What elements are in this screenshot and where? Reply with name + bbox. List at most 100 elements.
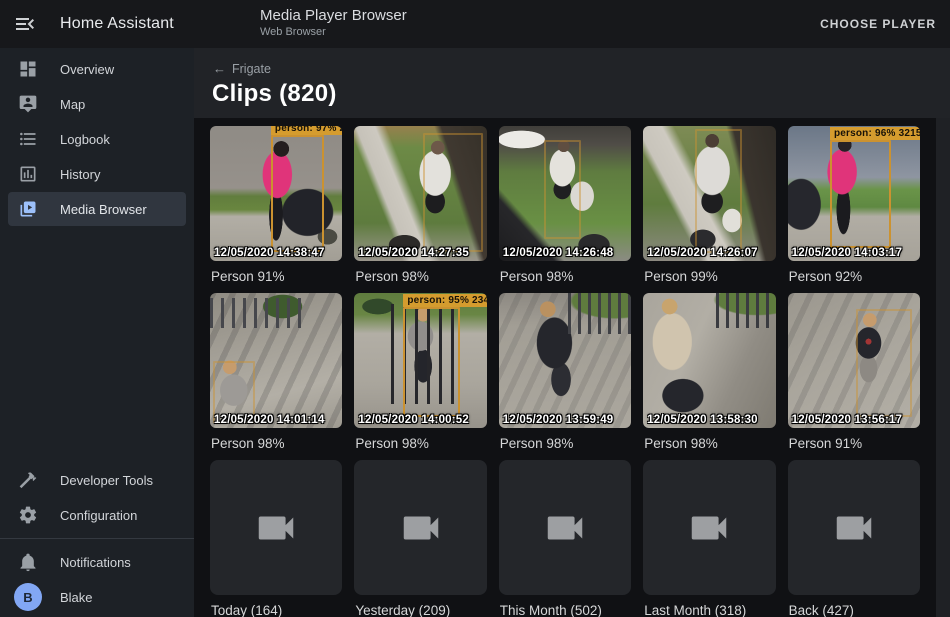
sidebar-item-notifications[interactable]: Notifications: [8, 545, 186, 579]
menu-open-icon: [13, 23, 37, 40]
sidebar-item-logbook[interactable]: Logbook: [8, 122, 186, 156]
video-camera-icon: [686, 505, 732, 551]
folder-card[interactable]: Today (164): [210, 460, 342, 617]
clip-caption: Person 91%: [211, 268, 341, 286]
sidebar-item-label: Media Browser: [60, 202, 147, 217]
clip-thumbnail: 12/05/2020 14:26:07: [643, 126, 775, 261]
folder-label: Last Month (318): [644, 602, 774, 617]
clip-caption: Person 98%: [500, 268, 630, 286]
clip-timestamp: 12/05/2020 14:38:47: [214, 247, 342, 259]
tooltip-account-icon: [18, 94, 38, 114]
clip-thumbnail: person: 96% 32154 12/05/2020 14:03:17: [788, 126, 920, 261]
sidebar-nav: OverviewMap Logbook History Media Browser: [0, 48, 194, 227]
bell-icon: [18, 552, 38, 572]
clip-thumbnail: person: 95% 23432 12/05/2020 14:00:52: [354, 293, 486, 428]
clip-thumbnail: 12/05/2020 13:58:30: [643, 293, 775, 428]
sidebar-item-configuration[interactable]: Configuration: [8, 498, 186, 532]
clip-card[interactable]: person: 96% 32154 12/05/2020 14:03:17 Pe…: [788, 126, 920, 293]
clip-caption: Person 91%: [789, 435, 919, 453]
detection-bounding-box: [403, 307, 460, 418]
top-app-bar: Home Assistant Media Player Browser Web …: [0, 0, 950, 48]
notifications-label: Notifications: [60, 555, 131, 570]
hammer-icon: [18, 470, 38, 490]
clip-caption: Person 92%: [789, 268, 919, 286]
user-name: Blake: [60, 590, 93, 605]
folder-card[interactable]: Last Month (318): [643, 460, 775, 617]
clip-thumbnail: 12/05/2020 13:56:17: [788, 293, 920, 428]
menu-open-icon: [13, 12, 37, 36]
folder-thumbnail: [354, 460, 486, 595]
media-browser-main: person: 97% 29988 12/05/2020 14:38:47 Pe…: [194, 118, 950, 617]
clip-timestamp: 12/05/2020 14:01:14: [214, 414, 342, 426]
video-camera-icon: [686, 505, 732, 551]
sidebar-item-user[interactable]: B Blake: [8, 580, 186, 614]
sidebar-toggle-button[interactable]: [13, 12, 37, 36]
clip-card[interactable]: 12/05/2020 14:26:07 Person 99%: [643, 126, 775, 293]
folder-thumbnail: [210, 460, 342, 595]
panel-title: Media Player Browser: [260, 7, 407, 24]
clip-card[interactable]: person: 95% 23432 12/05/2020 14:00:52 Pe…: [354, 293, 486, 460]
sidebar-item-label: Logbook: [60, 132, 110, 147]
clip-caption: Person 98%: [355, 268, 485, 286]
sidebar-item-label: History: [60, 167, 100, 182]
video-camera-icon: [253, 505, 299, 551]
folder-thumbnail: [499, 460, 631, 595]
clip-timestamp: 12/05/2020 14:00:52: [358, 414, 486, 426]
clip-thumbnail: 12/05/2020 14:26:48: [499, 126, 631, 261]
folder-label: Yesterday (209): [355, 602, 485, 617]
video-camera-icon: [542, 505, 588, 551]
video-camera-icon: [542, 505, 588, 551]
clip-card[interactable]: 12/05/2020 14:01:14 Person 98%: [210, 293, 342, 460]
folder-thumbnail: [788, 460, 920, 595]
clip-timestamp: 12/05/2020 14:27:35: [358, 247, 486, 259]
clip-timestamp: 12/05/2020 14:03:17: [792, 247, 920, 259]
panel-title-block: Media Player Browser Web Browser: [260, 7, 407, 38]
sidebar-spacer: [0, 227, 194, 462]
clip-caption: Person 98%: [355, 435, 485, 453]
avatar: B: [14, 583, 42, 611]
clip-thumbnail: person: 97% 29988 12/05/2020 14:38:47: [210, 126, 342, 261]
detection-label: person: 95% 23432: [403, 294, 486, 307]
sidebar-item-overview[interactable]: Overview: [8, 52, 186, 86]
app-title: Home Assistant: [60, 0, 174, 48]
breadcrumb-label: Frigate: [232, 62, 271, 76]
video-camera-icon: [831, 505, 877, 551]
video-camera-icon: [398, 505, 444, 551]
clip-timestamp: 12/05/2020 14:26:48: [503, 247, 631, 259]
sidebar-item-map[interactable]: Map: [8, 87, 186, 121]
clip-card[interactable]: 12/05/2020 14:27:35 Person 98%: [354, 126, 486, 293]
view-dashboard-icon: [18, 59, 38, 79]
folder-card[interactable]: This Month (502): [499, 460, 631, 617]
scrollbar[interactable]: [936, 118, 950, 617]
detection-bounding-box: [544, 140, 581, 240]
breadcrumb[interactable]: ← Frigate: [213, 61, 271, 76]
video-camera-icon: [398, 505, 444, 551]
folder-thumbnail: [643, 460, 775, 595]
clip-card[interactable]: 12/05/2020 14:26:48 Person 98%: [499, 126, 631, 293]
sidebar-item-developer-tools[interactable]: Developer Tools: [8, 463, 186, 497]
folder-card[interactable]: Back (427): [788, 460, 920, 617]
sidebar: OverviewMap Logbook History Media Browser D…: [0, 48, 194, 617]
detection-label: person: 96% 32154: [830, 127, 920, 140]
play-box-multiple-icon: [18, 199, 38, 219]
clip-timestamp: 12/05/2020 14:26:07: [647, 247, 775, 259]
folder-card[interactable]: Yesterday (209): [354, 460, 486, 617]
clip-card[interactable]: 12/05/2020 13:59:49 Person 98%: [499, 293, 631, 460]
sidebar-item-history[interactable]: History: [8, 157, 186, 191]
clip-timestamp: 12/05/2020 13:59:49: [503, 414, 631, 426]
clip-thumbnail: 12/05/2020 13:59:49: [499, 293, 631, 428]
clip-card[interactable]: 12/05/2020 13:58:30 Person 98%: [643, 293, 775, 460]
bell-icon: [18, 552, 38, 572]
clip-timestamp: 12/05/2020 13:56:17: [792, 414, 920, 426]
format-list-bulleted-icon: [18, 129, 38, 149]
sidebar-item-media-browser[interactable]: Media Browser: [8, 192, 186, 226]
media-grid: person: 97% 29988 12/05/2020 14:38:47 Pe…: [210, 126, 920, 617]
choose-player-button[interactable]: CHOOSE PLAYER: [810, 0, 946, 48]
detection-bounding-box: [423, 133, 483, 252]
clip-card[interactable]: person: 97% 29988 12/05/2020 14:38:47 Pe…: [210, 126, 342, 293]
detection-bounding-box: [856, 309, 912, 417]
chart-box-icon: [18, 164, 38, 184]
clip-card[interactable]: 12/05/2020 13:56:17 Person 91%: [788, 293, 920, 460]
sidebar-tools: Developer ToolsConfiguration: [0, 463, 194, 532]
sidebar-divider: [0, 538, 194, 539]
